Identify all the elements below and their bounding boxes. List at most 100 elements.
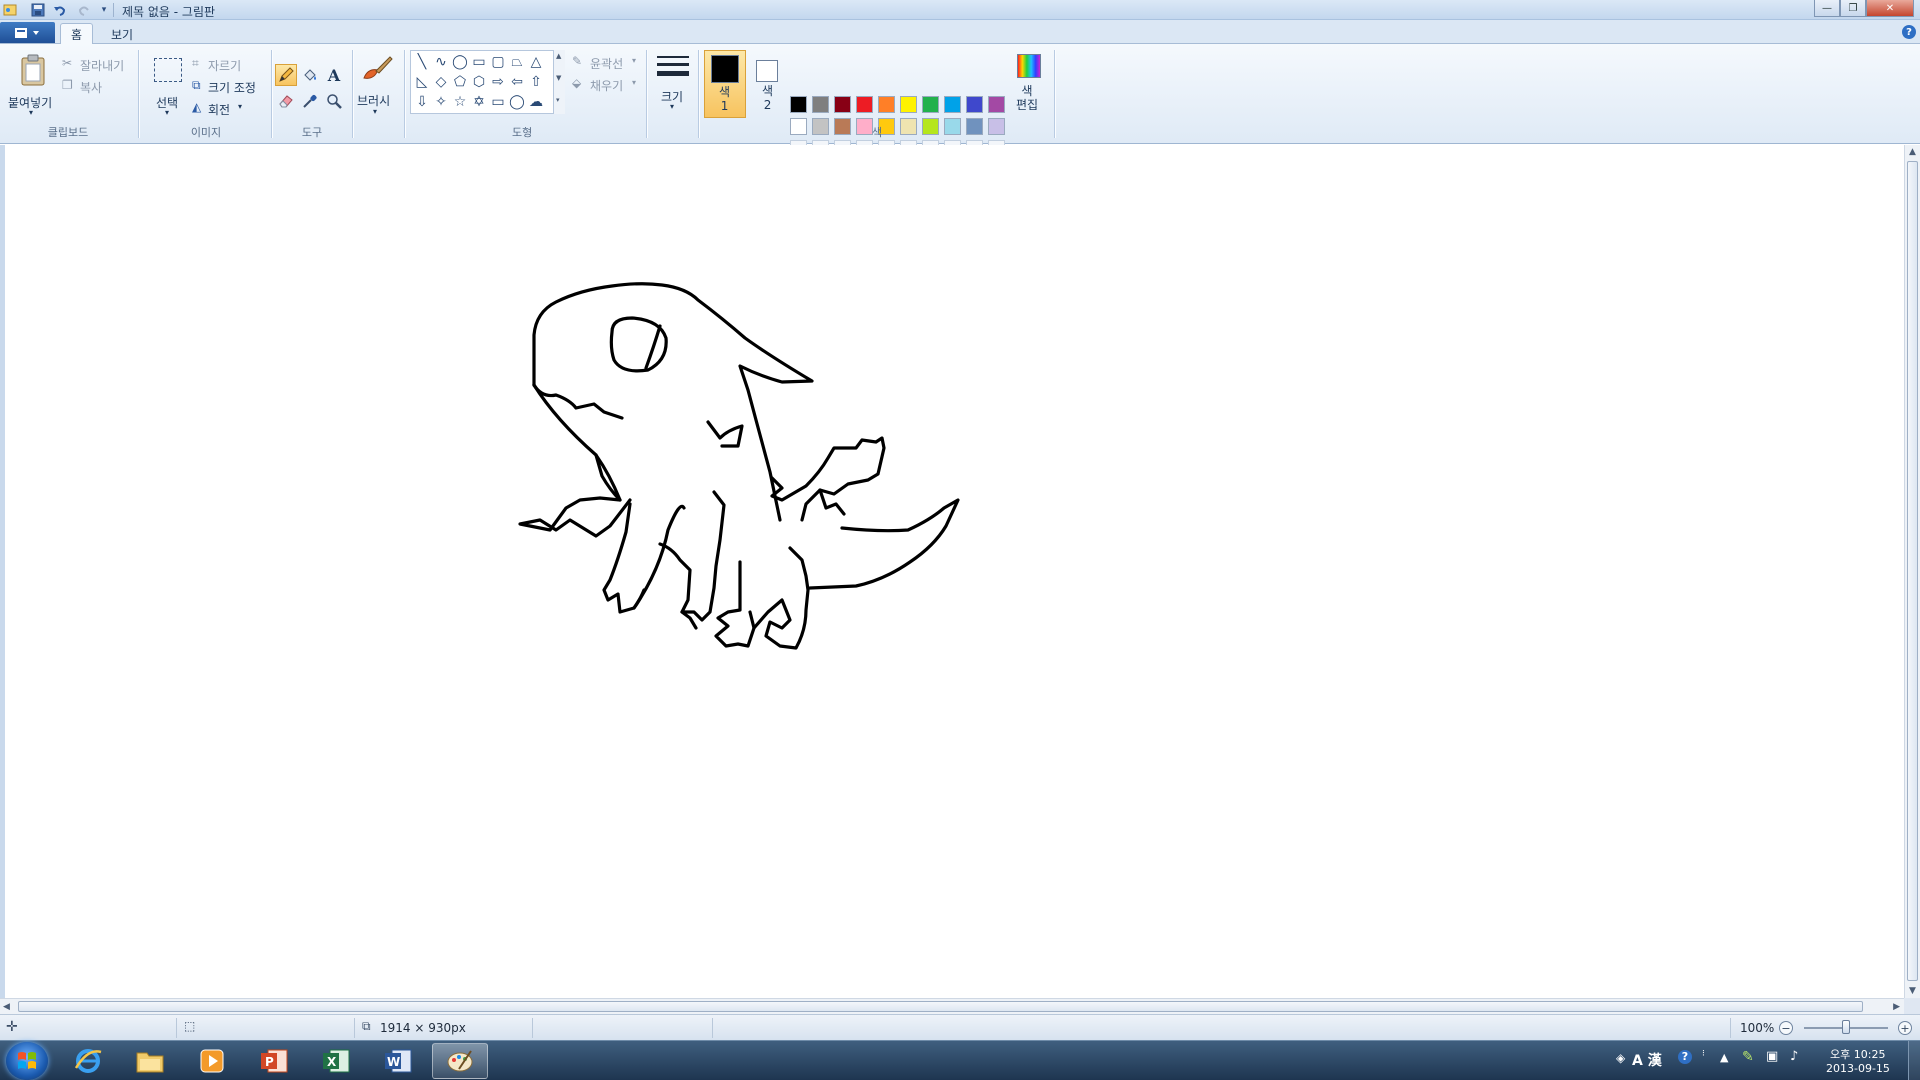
four-point-star-shape-icon[interactable]: ✧ [432,93,450,111]
vertical-scrollbar[interactable]: ▲ ▼ [1904,145,1920,998]
palette-color-swatch[interactable] [966,96,983,113]
help-icon[interactable]: ? [1902,25,1916,39]
curve-shape-icon[interactable]: ∿ [432,53,450,71]
crop-button[interactable]: ⌗ 자르기 [192,56,268,74]
vertical-scroll-thumb[interactable] [1907,161,1918,981]
resize-button[interactable]: ⧉ 크기 조정 [192,78,268,96]
tab-view[interactable]: 보기 [101,23,143,45]
paste-button[interactable]: 붙여넣기 ▾ [8,54,56,117]
customize-quick-access-icon[interactable]: ▾ [96,2,112,18]
tab-home[interactable]: 홈 [60,23,94,45]
palette-color-swatch[interactable] [922,96,939,113]
down-arrow-shape-icon[interactable]: ⇩ [413,93,431,111]
palette-color-swatch[interactable] [922,118,939,135]
palette-color-swatch[interactable] [856,118,873,135]
zoom-out-icon[interactable]: − [1779,1021,1793,1035]
maximize-button[interactable]: ❐ [1840,0,1866,17]
scroll-up-icon[interactable]: ▲ [1909,147,1916,157]
show-hidden-icons[interactable]: ▲ [1720,1051,1728,1064]
oval-callout-shape-icon[interactable]: ◯ [508,93,526,111]
palette-color-swatch[interactable] [900,96,917,113]
hexagon-shape-icon[interactable]: ⬡ [470,73,488,91]
color1-button[interactable]: 색 1 [704,50,746,118]
shapes-scroll-down-icon[interactable]: ▼ [556,74,561,82]
shapes-gallery-scroll[interactable]: ▲ ▼ ▾ [553,50,565,114]
paint-menu-button[interactable] [0,22,55,43]
rotate-button[interactable]: ◭ 회전 ▾ [192,100,268,118]
clock-date[interactable]: 2013-09-15 [1826,1062,1890,1075]
text-tool-icon[interactable]: A [323,64,345,86]
ime-language-icon[interactable]: ◈ [1616,1051,1625,1065]
palette-color-swatch[interactable] [944,96,961,113]
pen-tray-icon[interactable]: ✎ [1742,1049,1754,1065]
palette-color-swatch[interactable] [790,96,807,113]
scroll-down-icon[interactable]: ▼ [1909,986,1916,996]
rounded-rectangle-shape-icon[interactable]: ▢ [489,53,507,71]
palette-color-swatch[interactable] [856,96,873,113]
ime-options-icon[interactable]: ⁝ [1702,1049,1705,1059]
cloud-callout-shape-icon[interactable]: ☁ [527,93,545,111]
polygon-shape-icon[interactable]: ⏢ [508,53,526,71]
scroll-left-icon[interactable]: ◀ [3,1002,10,1012]
five-point-star-shape-icon[interactable]: ☆ [451,93,469,111]
ime-help-icon[interactable]: ? [1678,1050,1692,1064]
palette-color-swatch[interactable] [834,118,851,135]
line-shape-icon[interactable]: ╲ [413,53,431,71]
horizontal-scrollbar[interactable]: ◀ ▶ [0,998,1904,1014]
select-button[interactable]: 선택 ▾ [148,52,188,117]
magnifier-icon[interactable] [323,90,345,112]
left-arrow-shape-icon[interactable]: ⇦ [508,73,526,91]
color-picker-icon[interactable] [299,90,321,112]
six-point-star-shape-icon[interactable]: ✡ [470,93,488,111]
volume-icon[interactable]: ♪ [1790,1049,1798,1064]
edit-colors-button[interactable]: 색 편집 [1012,50,1046,118]
save-icon[interactable] [30,2,46,18]
word-icon[interactable]: W [370,1043,426,1079]
copy-button[interactable]: ❐ 복사 [62,78,134,96]
powerpoint-icon[interactable]: P [246,1043,302,1079]
palette-color-swatch[interactable] [966,118,983,135]
shapes-expand-icon[interactable]: ▾ [556,96,560,104]
palette-color-swatch[interactable] [834,96,851,113]
show-desktop-button[interactable] [1908,1041,1920,1080]
eraser-icon[interactable] [275,90,297,112]
cut-button[interactable]: ✂ 잘라내기 [62,56,134,74]
ime-mode-indicator[interactable]: A 漢 [1632,1050,1662,1070]
palette-color-swatch[interactable] [900,118,917,135]
palette-color-swatch[interactable] [988,118,1005,135]
minimize-button[interactable]: — [1814,0,1840,17]
up-arrow-shape-icon[interactable]: ⇧ [527,73,545,91]
palette-color-swatch[interactable] [988,96,1005,113]
palette-color-swatch[interactable] [944,118,961,135]
redo-icon[interactable] [76,2,92,18]
size-button[interactable]: 크기 ▾ [652,52,694,116]
zoom-slider-thumb[interactable] [1842,1020,1850,1034]
close-button[interactable]: ✕ [1866,0,1914,17]
brushes-button[interactable]: 브러시 ▾ [354,52,400,118]
horizontal-scroll-thumb[interactable] [18,1001,1863,1012]
right-triangle-shape-icon[interactable]: ◺ [413,73,431,91]
media-player-icon[interactable] [184,1043,240,1079]
paint-app-icon[interactable] [2,2,18,18]
color2-button[interactable]: 색 2 [748,50,788,118]
rect-callout-shape-icon[interactable]: ▭ [489,93,507,111]
pentagon-shape-icon[interactable]: ⬠ [451,73,469,91]
pencil-icon[interactable] [275,64,297,86]
zoom-in-icon[interactable]: + [1898,1021,1912,1035]
excel-icon[interactable]: X [308,1043,364,1079]
triangle-shape-icon[interactable]: △ [527,53,545,71]
diamond-shape-icon[interactable]: ◇ [432,73,450,91]
palette-color-swatch[interactable] [878,96,895,113]
network-icon[interactable]: ▣ [1766,1049,1778,1064]
palette-color-swatch[interactable] [812,96,829,113]
fill-bucket-icon[interactable] [299,64,321,86]
palette-color-swatch[interactable] [812,118,829,135]
scroll-right-icon[interactable]: ▶ [1893,1002,1900,1012]
rectangle-shape-icon[interactable]: ▭ [470,53,488,71]
right-arrow-shape-icon[interactable]: ⇨ [489,73,507,91]
undo-icon[interactable] [52,2,68,18]
shapes-scroll-up-icon[interactable]: ▲ [556,52,561,60]
fill-button[interactable]: ⬙ 채우기 ▾ [572,76,644,94]
file-explorer-icon[interactable] [122,1043,178,1079]
palette-color-swatch[interactable] [790,118,807,135]
